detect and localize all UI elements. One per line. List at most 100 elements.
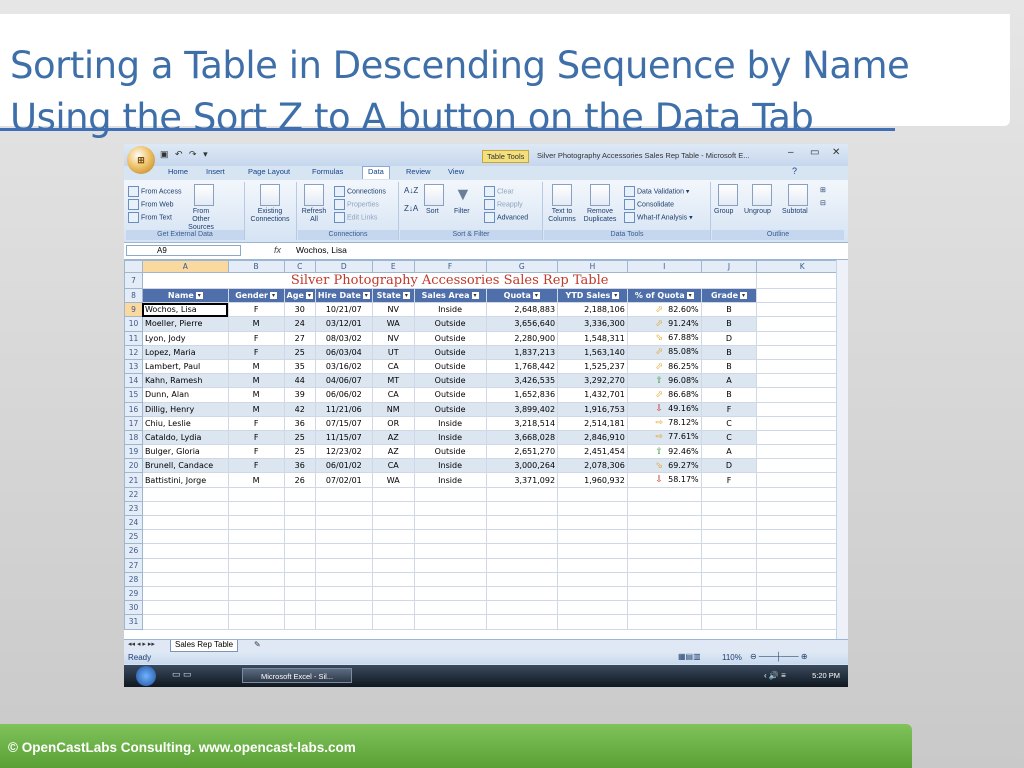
cell[interactable]: 35 [283, 358, 316, 375]
cell[interactable] [314, 514, 373, 531]
cell[interactable] [314, 543, 373, 559]
what-if-analysis-button[interactable]: What-If Analysis ▾ [624, 212, 693, 223]
row-header[interactable]: 28 [124, 571, 143, 587]
cell[interactable]: 36 [283, 458, 316, 474]
cell[interactable] [557, 571, 628, 587]
cell[interactable] [557, 500, 628, 517]
cell[interactable]: Lopez, Maria [141, 344, 229, 360]
consolidate-button[interactable]: Consolidate [624, 199, 674, 210]
cell[interactable]: 06/03/04 [314, 344, 373, 360]
cell[interactable] [413, 585, 487, 602]
cell[interactable]: Inside [413, 415, 487, 431]
cell[interactable] [283, 571, 316, 587]
cell[interactable]: 2,451,454 [557, 444, 628, 460]
cell[interactable] [227, 500, 285, 517]
cell[interactable] [756, 330, 848, 346]
cell[interactable]: 11/15/07 [314, 429, 373, 446]
sheet-nav-arrows[interactable]: ◂◂ ◂ ▸ ▸▸ [128, 640, 155, 648]
row-header[interactable]: 18 [124, 429, 143, 446]
cell[interactable] [314, 557, 373, 573]
cell[interactable]: F [227, 302, 285, 318]
cell[interactable] [413, 543, 487, 559]
cell[interactable] [756, 543, 848, 559]
cell[interactable]: B [700, 316, 758, 332]
row-header[interactable]: 8 [124, 287, 143, 304]
cell[interactable] [413, 529, 487, 545]
text-to-columns-button[interactable]: Text to Columns [546, 208, 578, 224]
header-cell[interactable]: YTD Sales ▾ [557, 287, 628, 304]
properties-button[interactable]: Properties [334, 199, 379, 210]
cell[interactable]: UT [371, 344, 415, 360]
cell[interactable]: M [227, 387, 285, 403]
column-header[interactable]: H [557, 260, 628, 273]
column-header[interactable]: F [413, 260, 487, 273]
row-header[interactable]: 29 [124, 585, 143, 602]
cell[interactable]: 07/02/01 [314, 472, 373, 488]
sort-z-to-a-icon[interactable]: Z↓A [404, 204, 418, 213]
cell[interactable] [413, 557, 487, 573]
cell[interactable]: Outside [413, 358, 487, 375]
start-button[interactable] [136, 666, 156, 686]
cell[interactable]: WA [371, 472, 415, 488]
taskbar-excel-button[interactable]: Microsoft Excel - Sil... [242, 668, 352, 683]
cell[interactable] [227, 614, 285, 630]
cell[interactable] [141, 543, 229, 559]
cell[interactable]: 24 [283, 316, 316, 332]
cell[interactable] [141, 486, 229, 502]
cell[interactable]: ⬀ 82.60% [626, 302, 702, 318]
cell[interactable]: 2,514,181 [557, 415, 628, 431]
cell[interactable]: C [700, 415, 758, 431]
cell[interactable]: F [227, 458, 285, 474]
cell[interactable]: M [227, 358, 285, 375]
cell[interactable] [626, 543, 702, 559]
cell[interactable] [141, 585, 229, 602]
cell[interactable] [700, 543, 758, 559]
cell[interactable] [485, 514, 559, 531]
cell[interactable] [371, 600, 415, 616]
cell[interactable]: 03/16/02 [314, 358, 373, 375]
cell[interactable] [700, 614, 758, 630]
cell[interactable] [227, 514, 285, 531]
row-header[interactable]: 20 [124, 458, 143, 474]
refresh-all-button[interactable]: Refresh All [300, 208, 328, 224]
cell[interactable] [756, 585, 848, 602]
clear-button[interactable]: Clear [484, 186, 514, 197]
cell[interactable] [756, 514, 848, 531]
cell[interactable] [227, 571, 285, 587]
cell[interactable]: F [227, 330, 285, 346]
cell[interactable]: Brunell, Candace [141, 458, 229, 474]
cell[interactable] [756, 415, 848, 431]
cell[interactable] [557, 486, 628, 502]
cell[interactable] [413, 486, 487, 502]
cell[interactable]: F [227, 429, 285, 446]
row-header[interactable]: 26 [124, 543, 143, 559]
tab-view[interactable]: View [448, 167, 464, 179]
cell[interactable] [485, 500, 559, 517]
column-header[interactable]: A [141, 260, 229, 273]
cell[interactable] [756, 287, 848, 304]
cell[interactable]: 3,668,028 [485, 429, 559, 446]
column-header[interactable]: E [371, 260, 415, 273]
group-button[interactable]: Group [714, 208, 733, 215]
cell[interactable] [626, 600, 702, 616]
header-cell[interactable]: Quota ▾ [485, 287, 559, 304]
function-icon[interactable]: fx [274, 245, 281, 255]
cell[interactable]: Inside [413, 458, 487, 474]
cell[interactable] [485, 543, 559, 559]
cell[interactable] [485, 529, 559, 545]
cell[interactable] [626, 486, 702, 502]
cell[interactable] [227, 585, 285, 602]
row-header[interactable]: 14 [124, 373, 143, 389]
cell[interactable]: D [700, 458, 758, 474]
cell[interactable]: NV [371, 330, 415, 346]
cell[interactable]: ⇧ 96.08% [626, 373, 702, 389]
cell[interactable] [700, 500, 758, 517]
cell[interactable]: Chiu, Leslie [141, 415, 229, 431]
tab-home[interactable]: Home [168, 167, 188, 179]
cell[interactable]: ⇨ 78.12% [626, 415, 702, 431]
cell[interactable]: 3,292,270 [557, 373, 628, 389]
cell[interactable]: M [227, 401, 285, 417]
cell[interactable]: 1,768,442 [485, 358, 559, 375]
existing-connections-button[interactable]: Existing Connections [246, 208, 294, 224]
header-cell[interactable]: Sales Area ▾ [413, 287, 487, 304]
